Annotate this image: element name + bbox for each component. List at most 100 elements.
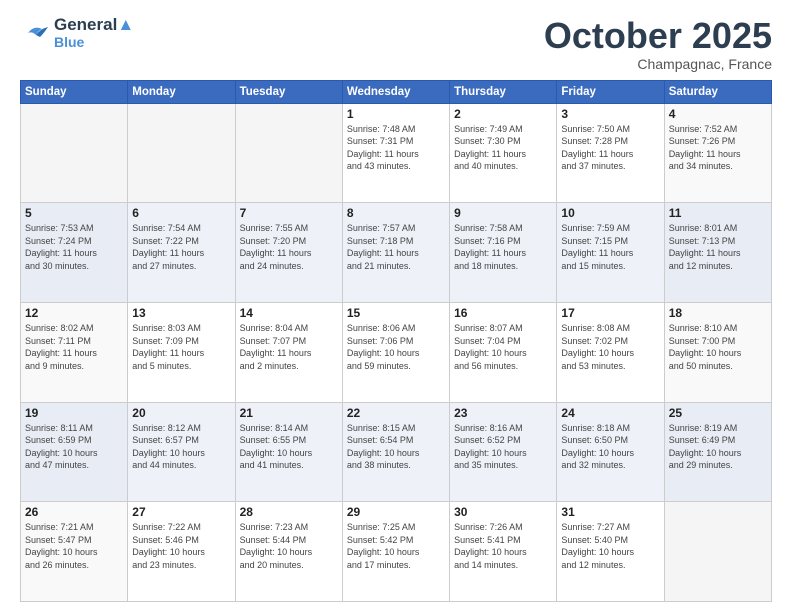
day-info: Sunrise: 8:08 AM Sunset: 7:02 PM Dayligh… [561, 322, 659, 372]
day-number: 29 [347, 505, 445, 519]
calendar-cell: 17Sunrise: 8:08 AM Sunset: 7:02 PM Dayli… [557, 302, 664, 402]
day-info: Sunrise: 7:59 AM Sunset: 7:15 PM Dayligh… [561, 222, 659, 272]
calendar-week-3: 12 Sunrise: 8:02 AM Sunset: 7:11 PM Dayli… [21, 302, 772, 402]
day-number: 6 [132, 206, 230, 220]
day-info: Sunrise: 7:25 AM Sunset: 5:42 PM Dayligh… [347, 521, 445, 571]
calendar-table: Sunday Monday Tuesday Wednesday Thursday… [20, 80, 772, 602]
calendar-cell: 8 Sunrise: 7:57 AM Sunset: 7:18 PM Daylig… [342, 203, 449, 303]
calendar-week-2: 5Sunrise: 7:53 AM Sunset: 7:24 PM Daylig… [21, 203, 772, 303]
day-number: 12 [25, 306, 123, 320]
calendar-cell: 24 Sunrise: 8:18 AM Sunset: 6:50 PM Dayli… [557, 402, 664, 502]
calendar-cell: 3 Sunrise: 7:50 AM Sunset: 7:28 PM Daylig… [557, 103, 664, 203]
day-number: 8 [347, 206, 445, 220]
calendar-cell [21, 103, 128, 203]
calendar-cell: 15 Sunrise: 8:06 AM Sunset: 7:06 PM Dayli… [342, 302, 449, 402]
calendar-cell: 22 Sunrise: 8:15 AM Sunset: 6:54 PM Dayli… [342, 402, 449, 502]
col-wednesday: Wednesday [342, 80, 449, 103]
calendar-cell: 19Sunrise: 8:11 AM Sunset: 6:59 PM Dayli… [21, 402, 128, 502]
day-number: 1 [347, 107, 445, 121]
day-number: 20 [132, 406, 230, 420]
calendar-cell: 12 Sunrise: 8:02 AM Sunset: 7:11 PM Dayli… [21, 302, 128, 402]
day-info: Sunrise: 7:22 AM Sunset: 5:46 PM Dayligh… [132, 521, 230, 571]
day-info: Sunrise: 7:50 AM Sunset: 7:28 PM Dayligh… [561, 123, 659, 173]
day-info: Sunrise: 7:54 AM Sunset: 7:22 PM Dayligh… [132, 222, 230, 272]
day-info: Sunrise: 8:16 AM Sunset: 6:52 PM Dayligh… [454, 422, 552, 472]
calendar-cell: 1 Sunrise: 7:48 AM Sunset: 7:31 PM Daylig… [342, 103, 449, 203]
day-info: Sunrise: 8:06 AM Sunset: 7:06 PM Dayligh… [347, 322, 445, 372]
day-info: Sunrise: 8:04 AM Sunset: 7:07 PM Dayligh… [240, 322, 338, 372]
calendar-week-5: 26 Sunrise: 7:21 AM Sunset: 5:47 PM Dayli… [21, 502, 772, 602]
calendar-cell: 23 Sunrise: 8:16 AM Sunset: 6:52 PM Dayli… [450, 402, 557, 502]
month-title: October 2025 [544, 16, 772, 56]
calendar-cell: 31 Sunrise: 7:27 AM Sunset: 5:40 PM Dayli… [557, 502, 664, 602]
calendar-cell [664, 502, 771, 602]
day-number: 7 [240, 206, 338, 220]
day-number: 2 [454, 107, 552, 121]
day-number: 14 [240, 306, 338, 320]
day-info: Sunrise: 8:12 AM Sunset: 6:57 PM Dayligh… [132, 422, 230, 472]
day-info: Sunrise: 7:21 AM Sunset: 5:47 PM Dayligh… [25, 521, 123, 571]
day-number: 11 [669, 206, 767, 220]
day-info: Sunrise: 8:18 AM Sunset: 6:50 PM Dayligh… [561, 422, 659, 472]
col-friday: Friday [557, 80, 664, 103]
calendar-cell: 13 Sunrise: 8:03 AM Sunset: 7:09 PM Dayli… [128, 302, 235, 402]
title-block: October 2025 Champagnac, France [544, 16, 772, 72]
day-info: Sunrise: 8:19 AM Sunset: 6:49 PM Dayligh… [669, 422, 767, 472]
calendar-cell: 26 Sunrise: 7:21 AM Sunset: 5:47 PM Dayli… [21, 502, 128, 602]
day-number: 15 [347, 306, 445, 320]
col-saturday: Saturday [664, 80, 771, 103]
col-tuesday: Tuesday [235, 80, 342, 103]
day-number: 23 [454, 406, 552, 420]
day-number: 13 [132, 306, 230, 320]
day-number: 28 [240, 505, 338, 519]
col-monday: Monday [128, 80, 235, 103]
day-info: Sunrise: 7:53 AM Sunset: 7:24 PM Dayligh… [25, 222, 123, 272]
day-number: 9 [454, 206, 552, 220]
calendar-cell: 5Sunrise: 7:53 AM Sunset: 7:24 PM Daylig… [21, 203, 128, 303]
logo-text: General▲ Blue [54, 16, 134, 50]
day-number: 16 [454, 306, 552, 320]
calendar-cell [128, 103, 235, 203]
calendar-cell: 11Sunrise: 8:01 AM Sunset: 7:13 PM Dayli… [664, 203, 771, 303]
day-info: Sunrise: 7:57 AM Sunset: 7:18 PM Dayligh… [347, 222, 445, 272]
calendar-week-1: 1 Sunrise: 7:48 AM Sunset: 7:31 PM Daylig… [21, 103, 772, 203]
page: General▲ Blue October 2025 Champagnac, F… [0, 0, 792, 612]
day-number: 21 [240, 406, 338, 420]
logo: General▲ Blue [20, 16, 134, 50]
calendar-cell [235, 103, 342, 203]
day-number: 10 [561, 206, 659, 220]
day-number: 31 [561, 505, 659, 519]
day-info: Sunrise: 7:58 AM Sunset: 7:16 PM Dayligh… [454, 222, 552, 272]
calendar-cell: 29 Sunrise: 7:25 AM Sunset: 5:42 PM Dayli… [342, 502, 449, 602]
calendar-cell: 4 Sunrise: 7:52 AM Sunset: 7:26 PM Daylig… [664, 103, 771, 203]
day-number: 26 [25, 505, 123, 519]
day-info: Sunrise: 7:23 AM Sunset: 5:44 PM Dayligh… [240, 521, 338, 571]
calendar-cell: 25Sunrise: 8:19 AM Sunset: 6:49 PM Dayli… [664, 402, 771, 502]
day-info: Sunrise: 7:49 AM Sunset: 7:30 PM Dayligh… [454, 123, 552, 173]
day-number: 24 [561, 406, 659, 420]
day-info: Sunrise: 7:26 AM Sunset: 5:41 PM Dayligh… [454, 521, 552, 571]
calendar-cell: 14 Sunrise: 8:04 AM Sunset: 7:07 PM Dayli… [235, 302, 342, 402]
day-info: Sunrise: 7:27 AM Sunset: 5:40 PM Dayligh… [561, 521, 659, 571]
day-info: Sunrise: 8:10 AM Sunset: 7:00 PM Dayligh… [669, 322, 767, 372]
calendar-cell: 6 Sunrise: 7:54 AM Sunset: 7:22 PM Daylig… [128, 203, 235, 303]
day-info: Sunrise: 7:52 AM Sunset: 7:26 PM Dayligh… [669, 123, 767, 173]
col-thursday: Thursday [450, 80, 557, 103]
calendar-cell: 18Sunrise: 8:10 AM Sunset: 7:00 PM Dayli… [664, 302, 771, 402]
day-number: 22 [347, 406, 445, 420]
day-info: Sunrise: 7:48 AM Sunset: 7:31 PM Dayligh… [347, 123, 445, 173]
calendar-cell: 10 Sunrise: 7:59 AM Sunset: 7:15 PM Dayli… [557, 203, 664, 303]
day-number: 3 [561, 107, 659, 121]
day-info: Sunrise: 8:02 AM Sunset: 7:11 PM Dayligh… [25, 322, 123, 372]
header: General▲ Blue October 2025 Champagnac, F… [20, 16, 772, 72]
day-info: Sunrise: 8:03 AM Sunset: 7:09 PM Dayligh… [132, 322, 230, 372]
day-info: Sunrise: 8:07 AM Sunset: 7:04 PM Dayligh… [454, 322, 552, 372]
calendar-cell: 21Sunrise: 8:14 AM Sunset: 6:55 PM Dayli… [235, 402, 342, 502]
calendar-cell: 30 Sunrise: 7:26 AM Sunset: 5:41 PM Dayli… [450, 502, 557, 602]
day-info: Sunrise: 8:15 AM Sunset: 6:54 PM Dayligh… [347, 422, 445, 472]
day-number: 27 [132, 505, 230, 519]
day-number: 4 [669, 107, 767, 121]
day-number: 30 [454, 505, 552, 519]
col-sunday: Sunday [21, 80, 128, 103]
day-info: Sunrise: 7:55 AM Sunset: 7:20 PM Dayligh… [240, 222, 338, 272]
